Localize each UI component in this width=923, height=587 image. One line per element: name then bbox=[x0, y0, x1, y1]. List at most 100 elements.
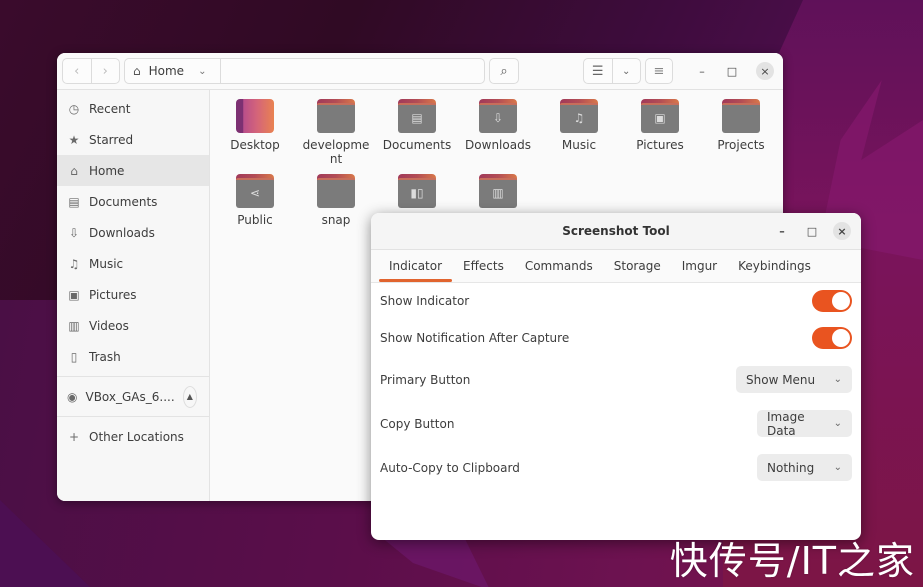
sidebar-item-pictures[interactable]: ▣ Pictures bbox=[57, 279, 209, 310]
list-view-icon: ☰ bbox=[591, 63, 604, 79]
show-indicator-toggle[interactable] bbox=[812, 290, 852, 312]
auto-copy-select[interactable]: Nothing ⌄ bbox=[757, 454, 852, 481]
sidebar-item-videos[interactable]: ▥ Videos bbox=[57, 310, 209, 341]
sidebar-item-music[interactable]: ♫ Music bbox=[57, 248, 209, 279]
chevron-down-icon: ⌄ bbox=[833, 462, 842, 473]
file-name: snap bbox=[321, 213, 351, 227]
main-menu-button[interactable]: ≡ bbox=[645, 58, 673, 84]
view-button-group: ☰ ⌄ bbox=[583, 58, 641, 84]
sidebar-item-documents[interactable]: ▤ Documents bbox=[57, 186, 209, 217]
file-name: Public bbox=[237, 213, 273, 227]
file-name: Downloads bbox=[465, 138, 531, 152]
sidebar-item-home[interactable]: ⌂ Home bbox=[57, 155, 209, 186]
file-name: developme nt bbox=[302, 138, 370, 166]
folder-icon bbox=[317, 174, 355, 208]
forward-button[interactable]: › bbox=[90, 59, 120, 83]
tab-storage[interactable]: Storage bbox=[604, 250, 671, 282]
file-item[interactable]: ⇩ Downloads bbox=[458, 93, 538, 152]
select-value: Show Menu bbox=[746, 372, 816, 387]
show-notification-toggle[interactable] bbox=[812, 327, 852, 349]
select-value: Nothing bbox=[767, 460, 815, 475]
templates-folder-icon: ▮▯ bbox=[398, 174, 436, 208]
dialog-titlebar: Screenshot Tool – □ × bbox=[371, 213, 861, 250]
file-item[interactable]: ▣ Pictures bbox=[620, 93, 700, 152]
setting-label: Primary Button bbox=[380, 372, 471, 387]
sidebar-item-label: Home bbox=[89, 163, 125, 178]
tab-effects[interactable]: Effects bbox=[453, 250, 514, 282]
copy-button-select[interactable]: Image Data ⌄ bbox=[757, 409, 852, 438]
setting-row: Copy Button Image Data ⌄ bbox=[380, 409, 852, 438]
file-name: Desktop bbox=[230, 138, 280, 152]
tab-imgur[interactable]: Imgur bbox=[672, 250, 727, 282]
file-item[interactable]: Projects bbox=[701, 93, 781, 152]
path-bar[interactable]: ⌂ Home ⌄ bbox=[124, 58, 485, 84]
file-item[interactable]: ♫ Music bbox=[539, 93, 619, 152]
back-button[interactable]: ‹ bbox=[63, 59, 91, 83]
select-value: Image Data bbox=[767, 409, 805, 438]
sidebar-item-label: Downloads bbox=[89, 225, 155, 240]
file-item[interactable]: developme nt bbox=[296, 93, 376, 166]
picture-icon: ▣ bbox=[68, 287, 80, 302]
setting-row: Auto-Copy to Clipboard Nothing ⌄ bbox=[380, 454, 852, 481]
sidebar-item-other-locations[interactable]: + Other Locations bbox=[57, 421, 209, 452]
sidebar-item-label: Pictures bbox=[89, 287, 137, 302]
sidebar-item-trash[interactable]: ▯ Trash bbox=[57, 341, 209, 372]
sidebar-item-downloads[interactable]: ⇩ Downloads bbox=[57, 217, 209, 248]
folder-icon bbox=[317, 99, 355, 133]
nav-button-group: ‹ › bbox=[62, 58, 120, 84]
hamburger-menu-icon: ≡ bbox=[653, 63, 665, 79]
sidebar-item-label: Trash bbox=[89, 349, 121, 364]
file-item[interactable]: ▤ Documents bbox=[377, 93, 457, 152]
home-icon: ⌂ bbox=[70, 163, 78, 178]
download-icon: ⇩ bbox=[68, 225, 80, 240]
chevron-down-icon: ⌄ bbox=[198, 65, 207, 77]
sidebar-item-device[interactable]: ◉ VBox_GAs_6.... ▲ bbox=[57, 381, 209, 412]
desktop-folder-icon bbox=[236, 99, 274, 133]
eject-button[interactable]: ▲ bbox=[182, 385, 197, 408]
path-label: Home bbox=[148, 64, 185, 78]
view-options-button[interactable]: ⌄ bbox=[611, 59, 641, 83]
setting-row: Show Notification After Capture bbox=[380, 327, 852, 349]
list-view-button[interactable]: ☰ bbox=[584, 59, 612, 83]
file-item[interactable]: snap bbox=[296, 168, 376, 227]
maximize-button[interactable]: □ bbox=[803, 222, 821, 240]
chevron-left-icon: ‹ bbox=[74, 63, 80, 79]
chevron-down-icon: ⌄ bbox=[833, 418, 842, 429]
close-button[interactable]: × bbox=[833, 222, 851, 240]
tab-keybindings[interactable]: Keybindings bbox=[728, 250, 821, 282]
file-item[interactable]: ▥ bbox=[458, 168, 538, 213]
videos-folder-icon: ▥ bbox=[479, 174, 517, 208]
search-button[interactable]: ⌕ bbox=[489, 58, 519, 84]
sidebar-divider bbox=[57, 416, 209, 417]
sidebar-item-label: Videos bbox=[89, 318, 129, 333]
clock-icon: ◷ bbox=[68, 101, 80, 116]
folder-icon bbox=[722, 99, 760, 133]
minimize-button[interactable]: – bbox=[773, 222, 791, 240]
sidebar-item-starred[interactable]: ★ Starred bbox=[57, 124, 209, 155]
eject-icon: ▲ bbox=[186, 392, 193, 401]
disc-icon: ◉ bbox=[67, 389, 78, 404]
plus-icon: + bbox=[68, 429, 80, 444]
files-headerbar: ‹ › ⌂ Home ⌄ ⌕ ☰ ⌄ ≡ – □ × bbox=[57, 53, 783, 90]
file-item[interactable]: Desktop bbox=[215, 93, 295, 152]
minimize-button[interactable]: – bbox=[693, 62, 711, 80]
sidebar-item-recent[interactable]: ◷ Recent bbox=[57, 93, 209, 124]
tab-indicator[interactable]: Indicator bbox=[379, 250, 453, 282]
primary-button-select[interactable]: Show Menu ⌄ bbox=[736, 366, 852, 393]
tab-commands[interactable]: Commands bbox=[515, 250, 603, 282]
file-name: Projects bbox=[717, 138, 765, 152]
sidebar-item-label: Music bbox=[89, 256, 124, 271]
path-home-button[interactable]: ⌂ Home ⌄ bbox=[125, 59, 221, 83]
setting-label: Auto-Copy to Clipboard bbox=[380, 460, 520, 475]
star-icon: ★ bbox=[68, 132, 80, 147]
file-name: Documents bbox=[382, 138, 452, 152]
music-icon: ♫ bbox=[68, 256, 80, 271]
close-button[interactable]: × bbox=[756, 62, 774, 80]
trash-icon: ▯ bbox=[70, 349, 78, 364]
sidebar-divider bbox=[57, 376, 209, 377]
home-icon: ⌂ bbox=[133, 64, 141, 78]
maximize-button[interactable]: □ bbox=[723, 62, 741, 80]
file-item[interactable]: ▮▯ bbox=[377, 168, 457, 213]
file-item[interactable]: ⋖ Public bbox=[215, 168, 295, 227]
chevron-down-icon: ⌄ bbox=[833, 374, 842, 385]
